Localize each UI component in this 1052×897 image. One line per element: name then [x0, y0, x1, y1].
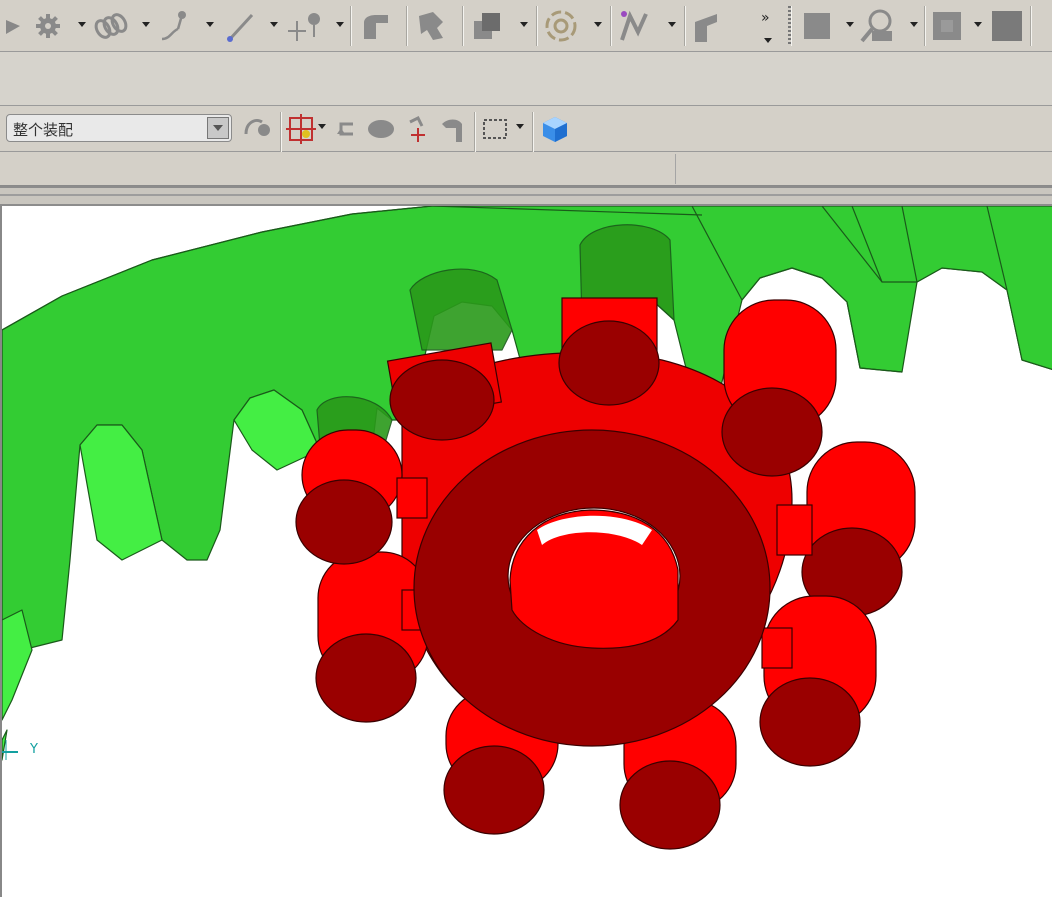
- pin-9: [295, 429, 403, 565]
- assembly-toolbar: 整个装配: [0, 106, 1052, 152]
- status-toolbar: [0, 152, 1052, 186]
- select-box-icon[interactable]: [478, 112, 512, 146]
- pin-2: [558, 297, 660, 406]
- rotate-pattern-icon[interactable]: [542, 6, 580, 46]
- probe-dropdown-arrow[interactable]: [910, 22, 918, 27]
- point-icon[interactable]: [284, 6, 322, 46]
- square-dropdown-arrow[interactable]: [974, 22, 982, 27]
- gear-library-toolbar: [0, 52, 1052, 150]
- move-icon[interactable]: [400, 112, 434, 146]
- select-dropdown-arrow[interactable]: [516, 124, 524, 129]
- gear-icon[interactable]: [30, 6, 68, 46]
- toolbar-separator: [1030, 6, 1031, 46]
- toolbar-separator: [350, 6, 351, 46]
- toolbar-separator: [536, 6, 537, 46]
- toolbar-separator: [280, 112, 281, 152]
- assembly-scope-select[interactable]: 整个装配: [6, 114, 232, 142]
- sketch-icon[interactable]: [156, 6, 194, 46]
- pin-5: [759, 595, 877, 767]
- cube-icon[interactable]: [538, 112, 572, 146]
- cad-window: » 整个装配 Y: [0, 0, 1052, 897]
- toolbar-divider: [675, 154, 676, 184]
- toolbar-separator: [924, 6, 925, 46]
- toolbar-grip[interactable]: [788, 6, 791, 46]
- toolbar-separator: [406, 6, 407, 46]
- point-dropdown-arrow[interactable]: [336, 22, 344, 27]
- reposition-icon[interactable]: [284, 112, 318, 146]
- toolbar-separator: [462, 6, 463, 46]
- sheet-icon[interactable]: [690, 6, 728, 46]
- toolbar-separator: [532, 112, 533, 152]
- gear-dropdown-arrow[interactable]: [78, 22, 86, 27]
- toolbar-separator: [610, 6, 611, 46]
- joint-icon[interactable]: [412, 6, 450, 46]
- model-scene: [2, 206, 1052, 850]
- sketch-dropdown-arrow[interactable]: [206, 22, 214, 27]
- square-icon[interactable]: [928, 6, 966, 46]
- rotate-dropdown-arrow[interactable]: [594, 22, 602, 27]
- reposition-dropdown-arrow[interactable]: [318, 124, 326, 129]
- undo-icon[interactable]: [332, 114, 360, 144]
- toolbar-separator: [684, 6, 685, 46]
- assembly-scope-value: 整个装配: [13, 121, 74, 139]
- graphics-viewport[interactable]: Y: [0, 206, 1052, 897]
- assembly-constraint-icon[interactable]: [240, 112, 274, 146]
- probe-icon[interactable]: [858, 6, 896, 46]
- chevron-down-icon[interactable]: [207, 117, 229, 139]
- line-icon[interactable]: [222, 6, 260, 46]
- axis-y-label: Y: [30, 742, 38, 757]
- main-toolbar: »: [0, 0, 1052, 52]
- spring-dropdown-arrow[interactable]: [142, 22, 150, 27]
- block-icon[interactable]: [468, 6, 506, 46]
- path-dropdown-arrow[interactable]: [668, 22, 676, 27]
- drag-icon[interactable]: [436, 112, 470, 146]
- spring-icon[interactable]: [92, 6, 130, 46]
- block-dropdown-arrow[interactable]: [520, 22, 528, 27]
- pin-8: [315, 551, 429, 723]
- square-fill-icon[interactable]: [988, 6, 1026, 46]
- face-icon[interactable]: [798, 6, 836, 46]
- path-icon[interactable]: [616, 6, 654, 46]
- cloud-icon[interactable]: [364, 114, 398, 144]
- line-dropdown-arrow[interactable]: [270, 22, 278, 27]
- toolbar-separator: [474, 112, 475, 152]
- viewport-border: [0, 186, 1052, 206]
- pin-3: [721, 299, 837, 477]
- more-icon[interactable]: »: [756, 4, 780, 48]
- bend-icon[interactable]: [356, 6, 394, 46]
- face-dropdown-arrow[interactable]: [846, 22, 854, 27]
- svg-text:»: »: [761, 10, 770, 26]
- pin-4: [801, 441, 916, 617]
